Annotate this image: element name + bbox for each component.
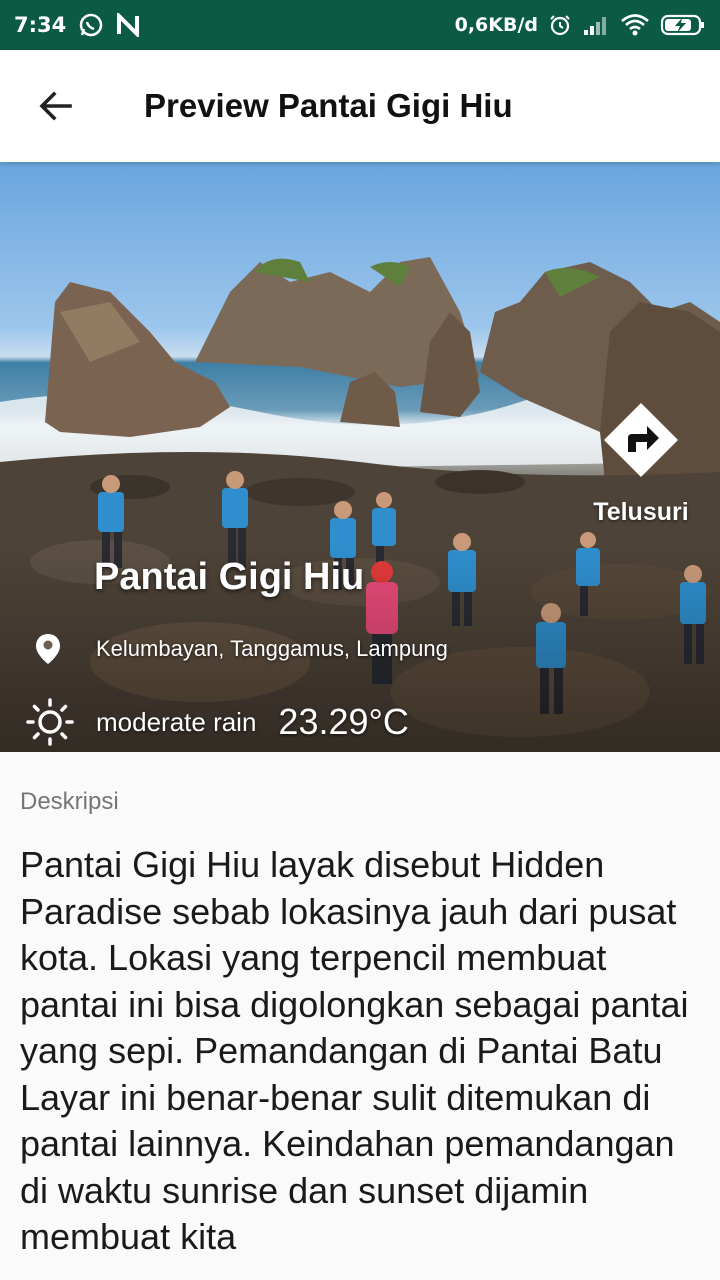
place-name: Pantai Gigi Hiu <box>94 556 365 598</box>
explore-button[interactable]: Telusuri <box>586 400 696 530</box>
wifi-icon <box>620 13 650 37</box>
location-row: Kelumbayan, Tanggamus, Lampung <box>34 632 448 666</box>
hero-image: Telusuri Pantai Gigi Hiu Kelumbayan, Tan… <box>0 162 720 752</box>
sun-icon <box>26 698 74 746</box>
description-section: Deskripsi Pantai Gigi Hiu layak disebut … <box>0 752 720 1280</box>
arrow-back-icon <box>39 91 72 121</box>
n-icon <box>116 13 140 37</box>
whatsapp-icon <box>78 12 104 38</box>
weather-description: moderate rain <box>96 706 257 737</box>
location-pin-icon <box>36 634 60 664</box>
description-label: Deskripsi <box>20 788 119 815</box>
page-title: Preview Pantai Gigi Hiu <box>144 87 513 124</box>
explore-label: Telusuri <box>593 498 689 526</box>
location-text: Kelumbayan, Tanggamus, Lampung <box>96 636 448 661</box>
status-left: 7:34 <box>14 12 140 38</box>
data-rate: 0,6KB/d <box>454 14 538 36</box>
weather-temperature: 23.29°C <box>278 701 409 742</box>
battery-icon <box>660 13 706 37</box>
description-text: Pantai Gigi Hiu layak disebut Hidden Par… <box>20 844 689 1257</box>
app-bar: Preview Pantai Gigi Hiu <box>0 50 720 162</box>
status-right: 0,6KB/d <box>455 13 706 37</box>
back-button[interactable] <box>0 50 112 162</box>
status-time: 7:34 <box>14 13 67 37</box>
weather-row: moderate rain 23.29°C <box>26 698 409 746</box>
directions-icon <box>604 403 678 477</box>
signal-icon <box>582 14 610 36</box>
alarm-icon <box>548 13 572 37</box>
status-bar: 7:34 0,6KB/d <box>0 0 720 50</box>
